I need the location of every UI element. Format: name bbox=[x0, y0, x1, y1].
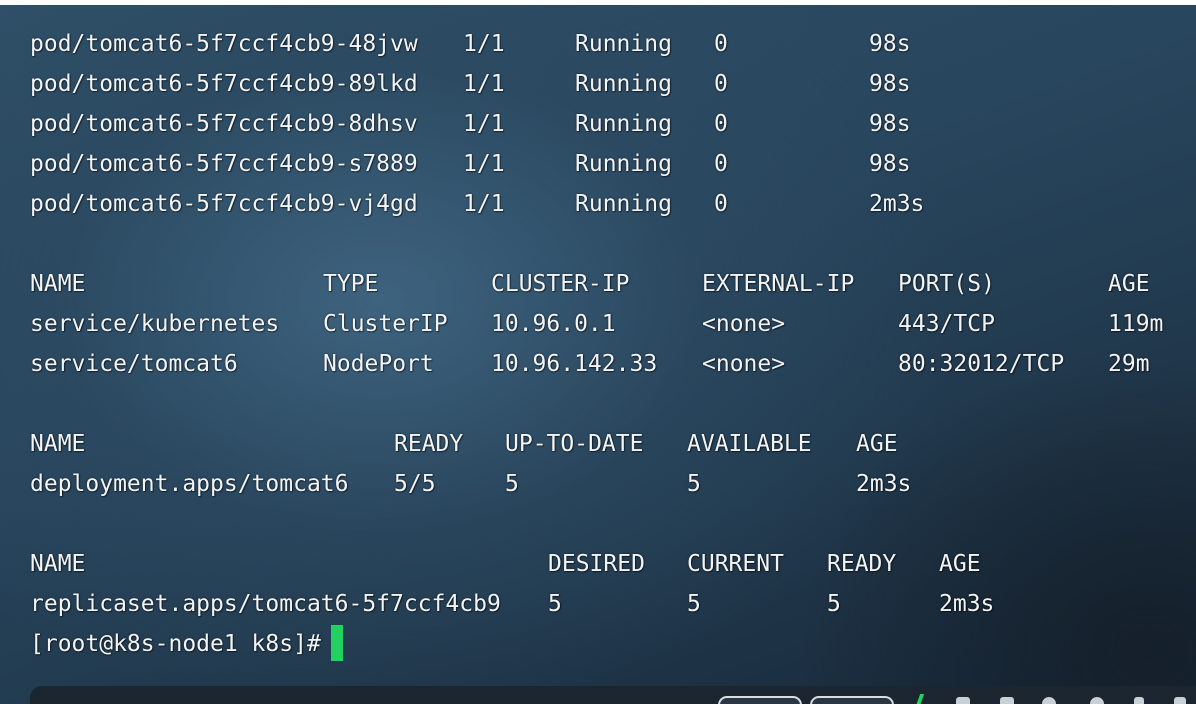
lock-icon[interactable] bbox=[1134, 697, 1144, 704]
service-name: service/tomcat6 bbox=[30, 351, 238, 377]
menu-icon[interactable] bbox=[1174, 697, 1186, 704]
service-row: service/tomcat6 NodePort 10.96.142.33 <n… bbox=[0, 344, 1196, 384]
pod-restarts: 0 bbox=[714, 71, 728, 97]
tag-icon[interactable] bbox=[956, 697, 970, 704]
pod-name: pod/tomcat6-5f7ccf4cb9-48jvw bbox=[30, 31, 418, 57]
service-age: 119m bbox=[1108, 311, 1164, 337]
column-header: CLUSTER-IP bbox=[491, 271, 630, 297]
pod-ready: 1/1 bbox=[463, 111, 505, 137]
service-external-ip: <none> bbox=[702, 351, 786, 377]
service-cluster-ip: 10.96.0.1 bbox=[491, 311, 616, 337]
pod-ready: 1/1 bbox=[463, 191, 505, 217]
pod-ready: 1/1 bbox=[463, 71, 505, 97]
column-header: READY bbox=[827, 551, 897, 577]
pod-age: 98s bbox=[869, 31, 911, 57]
pod-row: pod/tomcat6-5f7ccf4cb9-s7889 1/1 Running… bbox=[0, 144, 1196, 184]
pod-status: Running bbox=[575, 151, 672, 177]
pod-status: Running bbox=[575, 31, 672, 57]
pod-name: pod/tomcat6-5f7ccf4cb9-8dhsv bbox=[30, 111, 418, 137]
column-header: EXTERNAL-IP bbox=[702, 271, 855, 297]
replicaset-ready: 5 bbox=[827, 591, 841, 617]
pod-status: Running bbox=[575, 71, 672, 97]
replicaset-current: 5 bbox=[687, 591, 701, 617]
service-type: NodePort bbox=[323, 351, 434, 377]
shell-prompt: [root@k8s-node1 k8s]# bbox=[30, 624, 343, 664]
bottom-toolbar bbox=[30, 686, 1196, 704]
column-header: NAME bbox=[30, 551, 86, 577]
service-cluster-ip: 10.96.142.33 bbox=[491, 351, 658, 377]
window-top-edge bbox=[0, 0, 1196, 5]
deployment-name: deployment.apps/tomcat6 bbox=[30, 471, 349, 497]
prompt-text: [root@k8s-node1 k8s]# bbox=[30, 631, 321, 657]
pod-restarts: 0 bbox=[714, 111, 728, 137]
service-row: service/kubernetes ClusterIP 10.96.0.1 <… bbox=[0, 304, 1196, 344]
pod-restarts: 0 bbox=[714, 151, 728, 177]
pod-ready: 1/1 bbox=[463, 31, 505, 57]
replicaset-desired: 5 bbox=[548, 591, 562, 617]
column-header: PORT(S) bbox=[898, 271, 995, 297]
pod-row: pod/tomcat6-5f7ccf4cb9-48jvw 1/1 Running… bbox=[0, 24, 1196, 64]
column-header: AGE bbox=[939, 551, 981, 577]
service-external-ip: <none> bbox=[702, 311, 786, 337]
column-header: AGE bbox=[856, 431, 898, 457]
column-header: NAME bbox=[30, 271, 86, 297]
pod-row: pod/tomcat6-5f7ccf4cb9-89lkd 1/1 Running… bbox=[0, 64, 1196, 104]
pod-restarts: 0 bbox=[714, 191, 728, 217]
pod-name: pod/tomcat6-5f7ccf4cb9-89lkd bbox=[30, 71, 418, 97]
service-header-row: NAME TYPE CLUSTER-IP EXTERNAL-IP PORT(S)… bbox=[0, 264, 1196, 304]
service-name: service/kubernetes bbox=[30, 311, 280, 337]
column-header: AGE bbox=[1108, 271, 1150, 297]
service-type: ClusterIP bbox=[323, 311, 448, 337]
deployment-row: deployment.apps/tomcat6 5/5 5 5 2m3s bbox=[0, 464, 1196, 504]
service-ports: 80:32012/TCP bbox=[898, 351, 1065, 377]
pod-row: pod/tomcat6-5f7ccf4cb9-8dhsv 1/1 Running… bbox=[0, 104, 1196, 144]
pod-row: pod/tomcat6-5f7ccf4cb9-vj4gd 1/1 Running… bbox=[0, 184, 1196, 224]
column-header: AVAILABLE bbox=[687, 431, 812, 457]
toolbar-tab-button[interactable] bbox=[810, 696, 894, 704]
pod-age: 98s bbox=[869, 151, 911, 177]
search-icon[interactable] bbox=[1042, 697, 1056, 704]
toolbar-dots-icon bbox=[60, 698, 160, 704]
text-cursor bbox=[330, 624, 343, 661]
column-header: TYPE bbox=[323, 271, 379, 297]
clipboard-icon[interactable] bbox=[1000, 697, 1014, 704]
deployment-age: 2m3s bbox=[856, 471, 912, 497]
deployment-available: 5 bbox=[687, 471, 701, 497]
column-header: UP-TO-DATE bbox=[505, 431, 644, 457]
pod-restarts: 0 bbox=[714, 31, 728, 57]
toolbar-tab-button[interactable] bbox=[718, 696, 802, 704]
column-header: READY bbox=[394, 431, 464, 457]
replicaset-row: replicaset.apps/tomcat6-5f7ccf4cb9 5 5 5… bbox=[0, 584, 1196, 624]
service-ports: 443/TCP bbox=[898, 311, 995, 337]
pod-age: 98s bbox=[869, 71, 911, 97]
deployment-ready: 5/5 bbox=[394, 471, 436, 497]
pod-status: Running bbox=[575, 191, 672, 217]
column-header: DESIRED bbox=[548, 551, 645, 577]
column-header: CURRENT bbox=[687, 551, 784, 577]
gear-icon[interactable] bbox=[1090, 697, 1104, 704]
replicaset-age: 2m3s bbox=[939, 591, 995, 617]
column-header: NAME bbox=[30, 431, 86, 457]
prompt-line[interactable]: [root@k8s-node1 k8s]# bbox=[0, 624, 1196, 664]
pod-name: pod/tomcat6-5f7ccf4cb9-s7889 bbox=[30, 151, 418, 177]
replicaset-name: replicaset.apps/tomcat6-5f7ccf4cb9 bbox=[30, 591, 501, 617]
deployment-header-row: NAME READY UP-TO-DATE AVAILABLE AGE bbox=[0, 424, 1196, 464]
pod-name: pod/tomcat6-5f7ccf4cb9-vj4gd bbox=[30, 191, 418, 217]
service-age: 29m bbox=[1108, 351, 1150, 377]
pod-ready: 1/1 bbox=[463, 151, 505, 177]
signal-icon bbox=[915, 694, 925, 704]
pod-age: 98s bbox=[869, 111, 911, 137]
pod-status: Running bbox=[575, 111, 672, 137]
deployment-up-to-date: 5 bbox=[505, 471, 519, 497]
terminal-output[interactable]: pod/tomcat6-5f7ccf4cb9-48jvw 1/1 Running… bbox=[0, 24, 1196, 664]
pod-age: 2m3s bbox=[869, 191, 925, 217]
replicaset-header-row: NAME DESIRED CURRENT READY AGE bbox=[0, 544, 1196, 584]
